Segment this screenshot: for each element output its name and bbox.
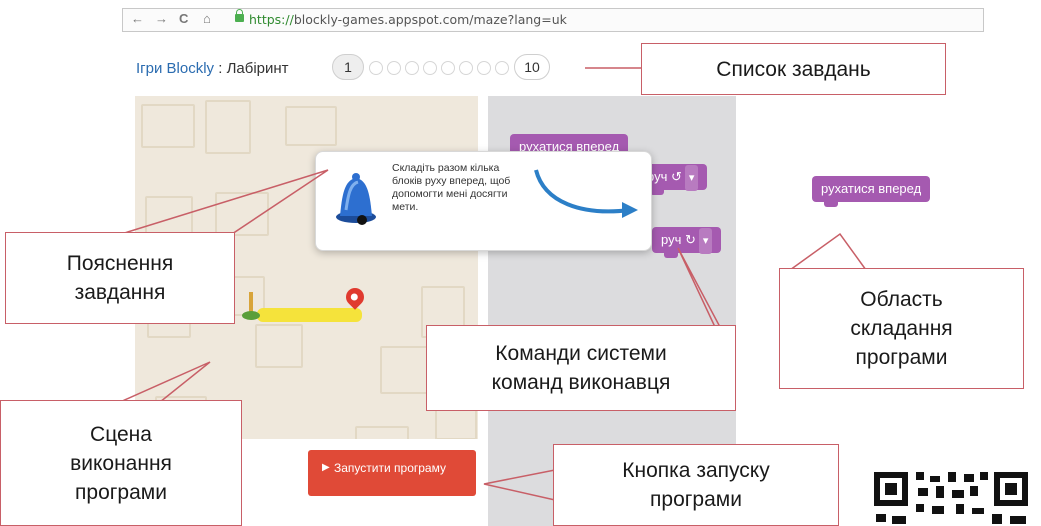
lock-icon [235,9,244,22]
level-dot[interactable] [495,61,509,75]
level-last[interactable]: 10 [514,54,550,80]
level-current[interactable]: 1 [332,54,364,80]
url-scheme: https:// [249,12,294,27]
bell-icon [336,173,376,225]
run-program-button[interactable]: ▶ Запустити програму [308,450,476,496]
maze-title: Лабіринт [226,60,289,77]
back-icon[interactable]: ← [131,11,144,26]
level-dot[interactable] [459,61,473,75]
toolbox-turn-right-block[interactable]: руч ↻ ▾ [652,227,722,258]
level-dot[interactable] [441,61,455,75]
level-dot[interactable] [405,61,419,75]
run-program-label: Запустити програму [334,461,446,475]
hint-text: Складіть разом кілька блоків руху вперед… [392,162,511,213]
title-separator: : [214,60,227,77]
level-dot[interactable] [369,61,383,75]
workspace-move-forward-block[interactable]: рухатися вперед [812,176,931,207]
callout-program-area: Область складання програми [779,268,1024,389]
maze-tile [285,106,337,146]
level-dot[interactable] [423,61,437,75]
callout-executor-commands: Команди системи команд виконавця [426,325,736,411]
dropdown-icon[interactable]: ▾ [698,228,713,254]
qr-code-icon [874,472,1028,524]
level-dot[interactable] [387,61,401,75]
dropdown-icon[interactable]: ▾ [684,165,699,191]
url-host: blockly-games.appspot.com [293,12,470,27]
turn-left-label: руч ↺ [647,169,682,184]
maze-tile [205,100,251,154]
hint-bubble: Складіть разом кілька блоків руху вперед… [315,151,652,251]
forward-icon[interactable]: → [155,11,168,26]
callout-task-explanation: Пояснення завдання [5,232,235,324]
arrow-icon [534,169,638,218]
turn-right-label: руч ↻ [661,232,696,247]
home-icon[interactable]: ⌂ [203,11,211,26]
maze-tile [141,104,195,148]
callout-task-list: Список завдань [641,43,946,95]
callout-scene: Сцена виконання програми [0,400,242,526]
pegman-icon [242,292,260,320]
maze-path [257,308,362,322]
maze-tile [255,324,303,368]
maze-tile [355,426,409,439]
app-title: Ігри Blockly : Лабіринт [136,60,289,77]
level-dot[interactable] [477,61,491,75]
reload-icon[interactable]: C [179,11,188,26]
url-path: /maze?lang=uk [469,12,567,27]
address-bar[interactable]: ← → C ⌂ https://blockly-games.appspot.co… [122,8,984,32]
blockly-games-link[interactable]: Ігри Blockly [136,60,214,77]
callout-run-button: Кнопка запуску програми [553,444,839,526]
url-text[interactable]: https://blockly-games.appspot.com/maze?l… [249,12,567,27]
maze-tile [215,192,269,236]
